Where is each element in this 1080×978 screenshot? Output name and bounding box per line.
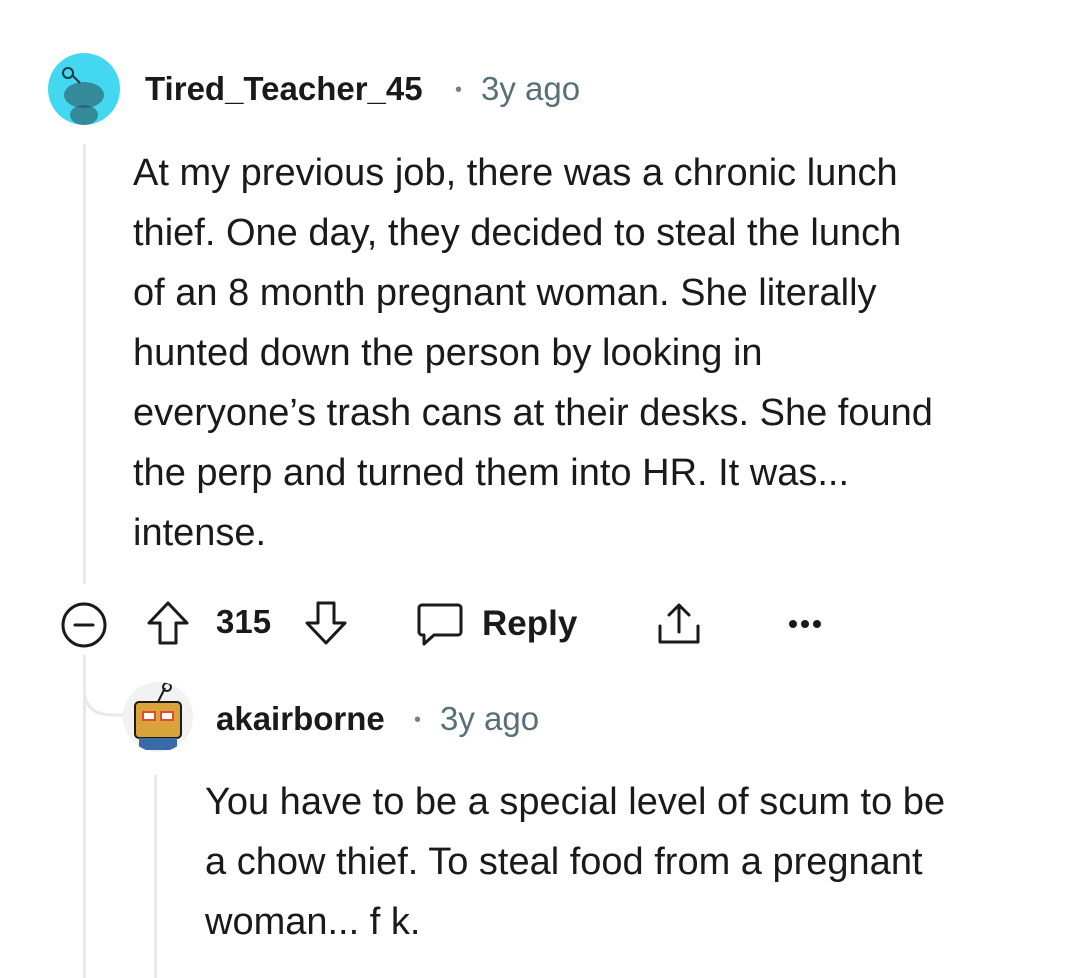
reply-body: You have to be a special level of scum t… [205,772,1065,952]
comment-body-line: intense. [133,512,267,554]
robot-avatar-icon [134,682,182,750]
snoo-avatar-icon [62,67,104,125]
collapse-button[interactable] [60,601,108,649]
reply-button[interactable]: Reply [416,601,577,647]
speech-bubble-icon [417,603,463,646]
share-upload-icon [658,603,700,644]
reply-body-line: a chow thief. To steal food from a pregn… [205,841,923,883]
upvote-button[interactable] [145,599,191,647]
share-button[interactable] [654,600,704,648]
comment-body: At my previous job, there was a chronic … [133,143,1033,563]
comment-body-line: everyone’s trash cans at their desks. Sh… [133,392,933,434]
avatar[interactable] [48,53,120,125]
comment-body-line: thief. One day, they decided to steal th… [133,212,902,254]
upvote-arrow-icon [147,601,189,645]
reply-timestamp: 3y ago [440,700,540,737]
downvote-button[interactable] [303,599,349,647]
reply-body-line: woman... f k. [205,901,421,943]
comment-username[interactable]: Tired_Teacher_45 [145,70,423,108]
meta-separator: • [455,79,463,101]
comment-body-line: the perp and turned them into HR. It was… [133,452,850,494]
more-dots-icon [789,620,821,628]
reply-body-line: You have to be a special level of scum t… [205,781,946,823]
thread-line-reply [154,775,157,978]
more-options-button[interactable] [788,618,822,630]
comment-body-line: of an 8 month pregnant woman. She litera… [133,272,877,314]
reply-label: Reply [482,604,578,643]
comment-body-line: hunted down the person by looking in [133,332,763,374]
comment-body-line: At my previous job, there was a chronic … [133,152,898,194]
collapse-minus-icon [61,602,107,648]
meta-separator: • [414,709,422,731]
comment-timestamp: 3y ago [481,70,581,107]
reply-username[interactable]: akairborne [216,700,385,738]
thread-branch-curve [83,670,127,717]
reply-avatar[interactable] [123,682,193,752]
thread-line-main [83,144,86,584]
downvote-arrow-icon [305,601,347,645]
vote-score: 315 [216,603,272,640]
